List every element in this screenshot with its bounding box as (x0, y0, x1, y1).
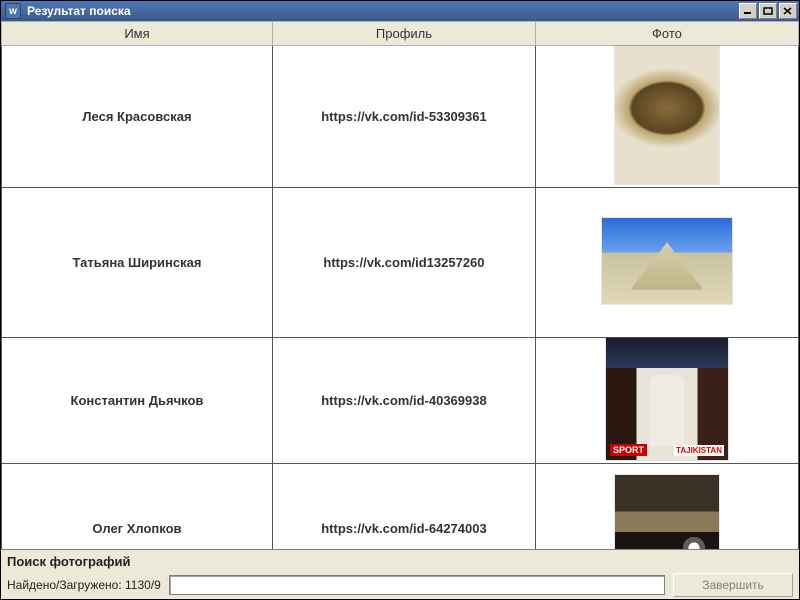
status-count-label: Найдено/Загружено: 1130/9 (7, 578, 161, 592)
photo-thumbnail[interactable] (615, 46, 719, 184)
window-title: Результат поиска (27, 4, 131, 18)
vk-app-icon: w (5, 3, 21, 19)
status-section-title: Поиск фотографий (7, 552, 793, 573)
photo-badge: SPORT (610, 444, 647, 456)
photo-thumbnail[interactable] (602, 218, 732, 304)
profile-link[interactable]: https://vk.com/id-53309361 (272, 46, 535, 188)
profile-link[interactable]: https://vk.com/id13257260 (272, 188, 535, 338)
photo-cell: SPORT TAJIKISTAN (535, 338, 798, 464)
app-window: w Результат поиска Имя Профиль Фото Леся (0, 0, 800, 600)
name-cell: Олег Хлопков (2, 464, 273, 549)
table-row: Леся Красовская https://vk.com/id-533093… (2, 46, 799, 188)
name-cell: Константин Дьячков (2, 338, 273, 464)
results-table: Имя Профиль Фото Леся Красовская https:/… (1, 21, 799, 549)
minimize-button[interactable] (739, 3, 757, 19)
close-button[interactable] (779, 3, 797, 19)
col-header-photo[interactable]: Фото (535, 22, 798, 46)
results-area: Имя Профиль Фото Леся Красовская https:/… (1, 21, 799, 549)
status-bar: Поиск фотографий Найдено/Загружено: 1130… (1, 549, 799, 599)
photo-cell (535, 188, 798, 338)
table-row: Константин Дьячков https://vk.com/id-403… (2, 338, 799, 464)
photo-thumbnail[interactable] (615, 475, 719, 549)
col-header-profile[interactable]: Профиль (272, 22, 535, 46)
titlebar: w Результат поиска (1, 1, 799, 21)
photo-cell (535, 464, 798, 549)
name-cell: Леся Красовская (2, 46, 273, 188)
profile-link[interactable]: https://vk.com/id-40369938 (272, 338, 535, 464)
progress-bar (169, 575, 665, 595)
maximize-button[interactable] (759, 3, 777, 19)
name-cell: Татьяна Ширинская (2, 188, 273, 338)
table-row: Олег Хлопков https://vk.com/id-64274003 (2, 464, 799, 549)
window-controls (739, 3, 799, 19)
photo-cell (535, 46, 798, 188)
photo-thumbnail[interactable]: SPORT TAJIKISTAN (606, 338, 728, 460)
photo-badge: TAJIKISTAN (674, 445, 724, 456)
col-header-name[interactable]: Имя (2, 22, 273, 46)
profile-link[interactable]: https://vk.com/id-64274003 (272, 464, 535, 549)
table-row: Татьяна Ширинская https://vk.com/id13257… (2, 188, 799, 338)
table-header-row: Имя Профиль Фото (2, 22, 799, 46)
finish-button[interactable]: Завершить (673, 573, 793, 597)
